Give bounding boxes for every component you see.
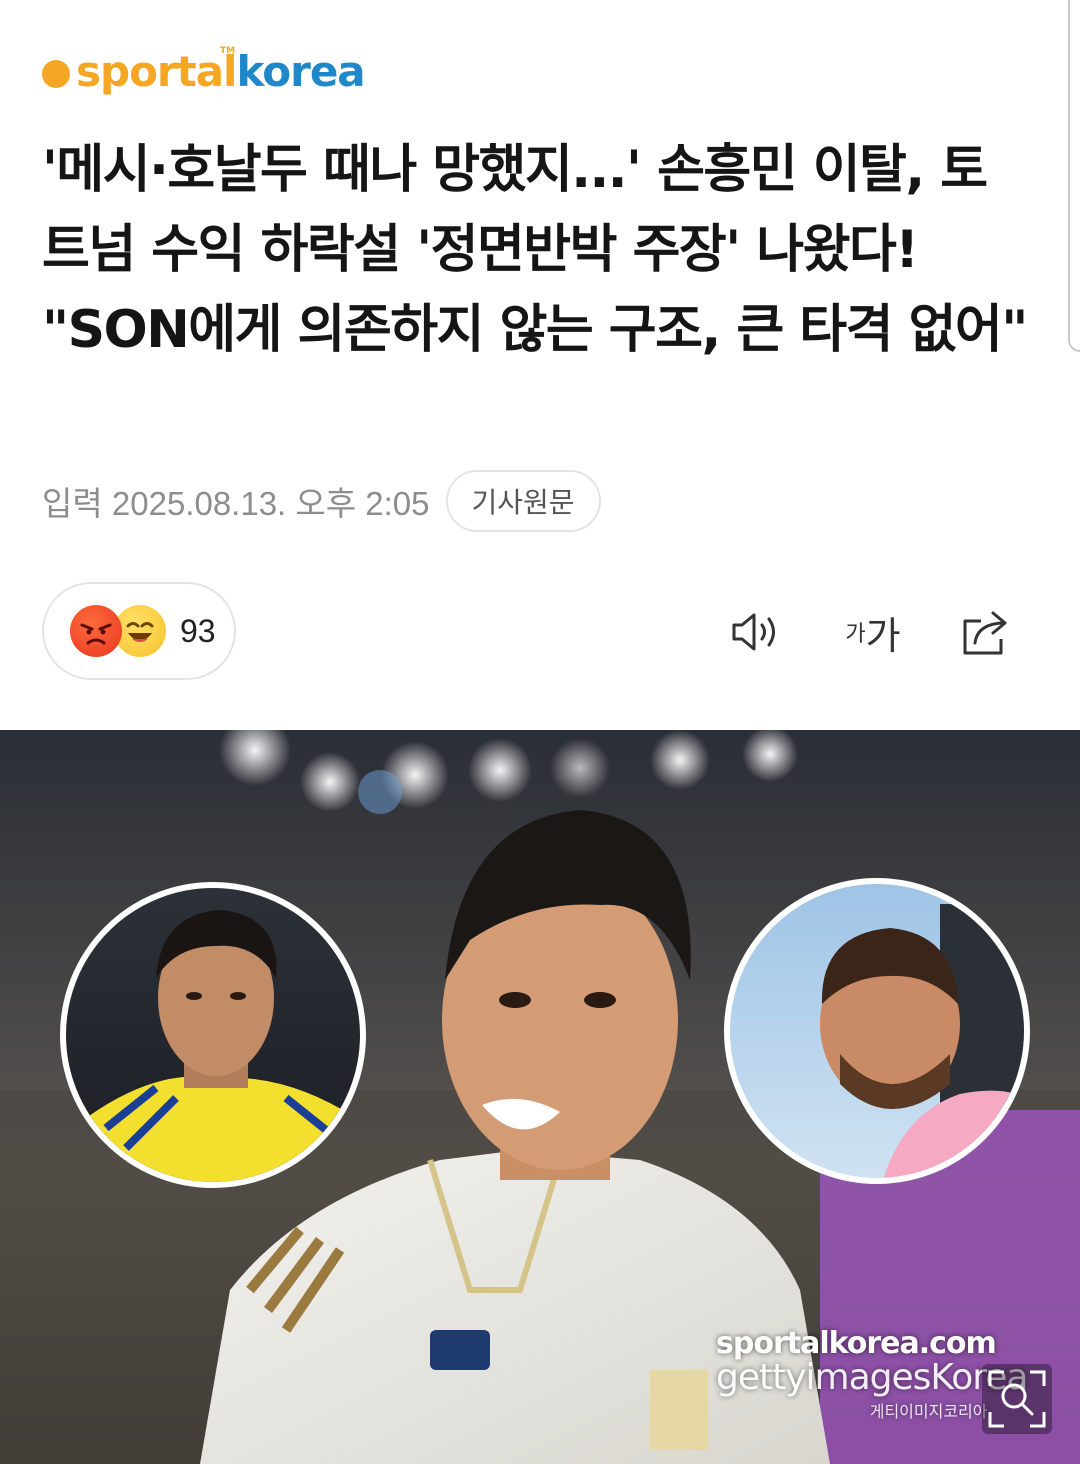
original-article-button[interactable]: 기사원문 [445,470,601,532]
share-icon[interactable] [956,604,1016,660]
watermark-getty: gettyimagesKorea [716,1357,1028,1398]
font-small-glyph: 가 [845,622,866,647]
inset-photo-right[interactable] [724,878,1030,1184]
scroll-edge [1068,0,1080,352]
font-size-icon[interactable]: 가가 [838,604,908,660]
article-meta: 입력 2025.08.13. 오후 2:05 기사원문 [42,470,601,532]
zoom-icon[interactable] [982,1364,1052,1434]
reaction-button[interactable]: 93 [42,582,236,680]
photo-watermark: sportalkorea.com gettyimagesKorea 게티이미지코… [716,1326,1028,1422]
speaker-icon[interactable] [726,604,786,660]
reaction-count: 93 [180,612,216,649]
published-date: 입력 2025.08.13. 오후 2:05 [42,485,430,522]
logo-dot [42,60,70,88]
watermark-sportalkorea: sportalkorea.com [716,1326,997,1361]
font-big-glyph: 가 [865,613,901,658]
inset-photo-left[interactable] [60,882,366,1188]
logo-tm: TM [220,46,236,56]
article-headline: '메시·호날두 때나 망했지...' 손흥민 이탈, 토트넘 수익 하락설 '정… [42,140,1028,360]
article-photo[interactable]: sportalkorea.com gettyimagesKorea 게티이미지코… [0,730,1080,1464]
angry-emoji-icon [70,605,122,657]
sportalkorea-logo[interactable]: sportalkorea TM [42,46,366,96]
watermark-getty-korean: 게티이미지코리아 [869,1402,988,1421]
